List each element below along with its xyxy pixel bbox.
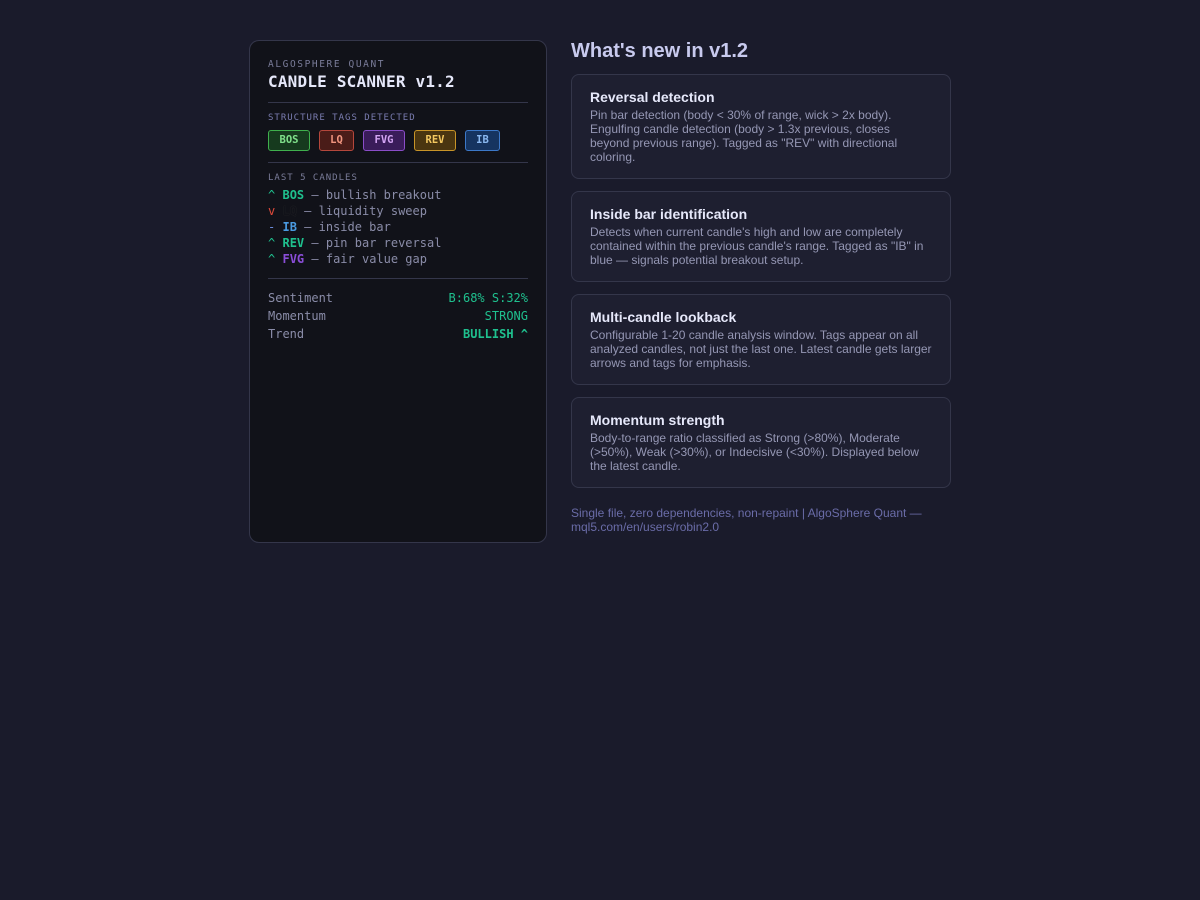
- candle-tag: REV: [282, 236, 305, 250]
- tag-ib: IB: [465, 130, 500, 151]
- card-desc: Detects when current candle's high and l…: [590, 225, 924, 267]
- feature-card: Reversal detection Pin bar detection (bo…: [571, 74, 951, 179]
- tag-lq: LQ: [319, 130, 354, 151]
- card-desc: Pin bar detection (body < 30% of range, …: [590, 108, 898, 164]
- up-arrow-icon: ^: [268, 252, 276, 266]
- candle-desc: — inside bar: [304, 220, 391, 234]
- card-desc: Configurable 1-20 candle analysis window…: [590, 328, 932, 370]
- stat-label: Momentum: [268, 309, 326, 323]
- candle-tag: IB: [282, 220, 297, 234]
- candle-tag: FVG: [282, 252, 305, 266]
- tags-section-label: STRUCTURE TAGS DETECTED: [268, 113, 416, 123]
- candle-desc: — bullish breakout: [311, 188, 442, 202]
- candle-scanner-panel: ALGOSPHERE QUANT CANDLE SCANNER v1.2 STR…: [249, 40, 547, 543]
- card-desc: Body-to-range ratio classified as Strong…: [590, 431, 919, 473]
- footer-note: Single file, zero dependencies, non-repa…: [571, 506, 922, 534]
- stat-label: Trend: [268, 327, 305, 341]
- candle-row: ^ FVG — fair value gap: [268, 251, 528, 267]
- candle-row: ^ BOS — bullish breakout: [268, 187, 528, 203]
- stat-label: Sentiment: [268, 291, 334, 305]
- card-title: Multi-candle lookback: [590, 309, 737, 325]
- candle-desc: — pin bar reversal: [311, 236, 442, 250]
- candle-list: ^ BOS — bullish breakout v LQ — liquidit…: [268, 187, 528, 267]
- card-title: Momentum strength: [590, 412, 725, 428]
- candle-row: v LQ — liquidity sweep: [268, 203, 528, 219]
- card-title: Inside bar identification: [590, 206, 748, 222]
- feature-card: Momentum strength Body-to-range ratio cl…: [571, 397, 951, 488]
- card-title: Reversal detection: [590, 89, 715, 105]
- candle-row: ^ REV — pin bar reversal: [268, 235, 528, 251]
- up-arrow-icon: ^: [268, 236, 276, 250]
- stat-value: B:68% S:32%: [448, 291, 528, 305]
- feature-card: Inside bar identification Detects when c…: [571, 191, 951, 282]
- feature-card: Multi-candle lookback Configurable 1-20 …: [571, 294, 951, 385]
- panel-brand: ALGOSPHERE QUANT: [268, 59, 386, 70]
- stat-momentum: Momentum STRONG: [268, 307, 528, 325]
- divider: [268, 278, 528, 279]
- candle-row: - IB — inside bar: [268, 219, 528, 235]
- tag-rev: REV: [414, 130, 456, 151]
- whats-new-heading: What's new in v1.2: [571, 40, 749, 62]
- stat-value: BULLISH ^: [462, 327, 528, 341]
- structure-tags: BOS LQ FVG REV IB: [268, 130, 528, 151]
- candle-desc: — liquidity sweep: [304, 204, 427, 218]
- stat-value: STRONG: [484, 309, 528, 323]
- candle-tag: LQ: [282, 204, 297, 218]
- candle-tag: BOS: [282, 188, 305, 202]
- divider: [268, 162, 528, 163]
- stat-trend: Trend BULLISH ^: [268, 325, 528, 343]
- down-arrow-icon: v: [268, 204, 276, 218]
- divider: [268, 102, 528, 103]
- candles-section-label: LAST 5 CANDLES: [268, 173, 358, 183]
- up-arrow-icon: ^: [268, 188, 276, 202]
- tag-fvg: FVG: [363, 130, 405, 151]
- tag-bos: BOS: [268, 130, 310, 151]
- neutral-dash-icon: -: [268, 220, 276, 234]
- stats: Sentiment B:68% S:32% Momentum STRONG Tr…: [268, 289, 528, 343]
- candle-desc: — fair value gap: [311, 252, 427, 266]
- stat-sentiment: Sentiment B:68% S:32%: [268, 289, 528, 307]
- panel-title: CANDLE SCANNER v1.2: [268, 72, 455, 91]
- whats-new-section: What's new in v1.2 Reversal detection Pi…: [571, 40, 951, 534]
